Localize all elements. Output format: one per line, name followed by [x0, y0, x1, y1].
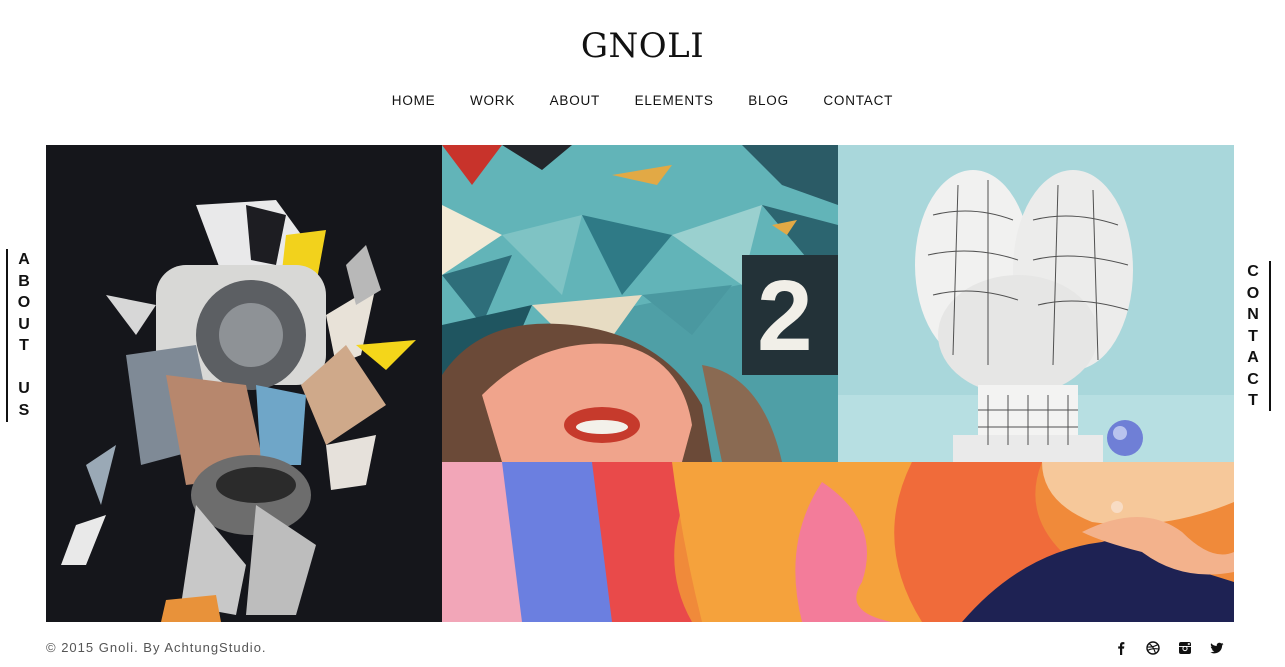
dribbble-icon[interactable]	[1145, 638, 1161, 656]
nav-item-home[interactable]: HOME	[392, 93, 436, 108]
contact-tab-bar	[1269, 261, 1271, 411]
portfolio-tile-collage[interactable]	[46, 145, 442, 622]
site-logo[interactable]: GNOLI	[0, 26, 1285, 66]
copyright-text: © 2015 Gnoli. By AchtungStudio.	[46, 640, 267, 655]
portfolio-tile-sculpture[interactable]	[838, 145, 1234, 462]
nav-item-about[interactable]: ABOUT	[550, 93, 601, 108]
facebook-icon[interactable]	[1113, 638, 1129, 656]
portfolio-tile-abstract[interactable]	[442, 462, 1234, 622]
svg-text:2: 2	[757, 260, 813, 372]
social-links	[1113, 638, 1225, 656]
abstract-artwork	[442, 462, 1234, 622]
about-us-tab-bar	[6, 249, 8, 422]
nav-item-work[interactable]: WORK	[470, 93, 515, 108]
nav-item-elements[interactable]: ELEMENTS	[635, 93, 714, 108]
painting-artwork: 2	[442, 145, 838, 462]
main-nav: HOME WORK ABOUT ELEMENTS BLOG CONTACT	[0, 92, 1285, 110]
instagram-icon[interactable]	[1177, 638, 1193, 656]
sculpture-artwork	[838, 145, 1234, 462]
about-us-side-tab[interactable]: ABOUTUS	[17, 249, 31, 421]
nav-item-blog[interactable]: BLOG	[748, 93, 789, 108]
portfolio-tile-painting[interactable]: 2	[442, 145, 838, 462]
twitter-icon[interactable]	[1209, 638, 1225, 656]
collage-artwork	[46, 145, 442, 622]
contact-side-tab[interactable]: CONTACT	[1246, 261, 1260, 412]
nav-item-contact[interactable]: CONTACT	[823, 93, 893, 108]
